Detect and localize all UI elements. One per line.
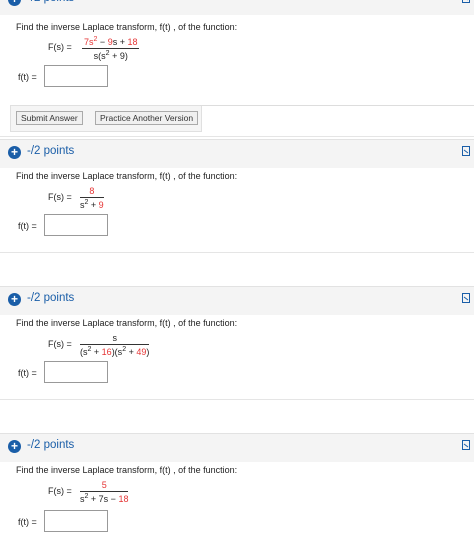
answer-input[interactable]: [44, 65, 108, 87]
document-icon[interactable]: [462, 293, 470, 303]
answer-label: f(t) =: [18, 221, 37, 231]
question-2-body: Find the inverse Laplace transform, f(t)…: [0, 168, 474, 253]
answer-input[interactable]: [44, 361, 108, 383]
question-3-header: + -/2 points: [0, 286, 474, 316]
submit-answer-button[interactable]: Submit Answer: [16, 111, 83, 125]
answer-input[interactable]: [44, 510, 108, 532]
question-prompt: Find the inverse Laplace transform, f(t)…: [16, 318, 238, 328]
function-label: F(s) =: [48, 486, 72, 496]
expand-plus-icon[interactable]: +: [8, 146, 21, 159]
expand-plus-icon[interactable]: +: [8, 0, 21, 6]
question-1-body: Find the inverse Laplace transform, f(t)…: [0, 15, 474, 137]
function-label: F(s) =: [48, 192, 72, 202]
question-prompt: Find the inverse Laplace transform, f(t)…: [16, 171, 238, 181]
answer-label: f(t) =: [18, 517, 37, 527]
points-label: -/2 points: [27, 0, 74, 4]
practice-another-version-button[interactable]: Practice Another Version: [95, 111, 199, 125]
question-1-header: + -/2 points: [0, 0, 474, 16]
function-fraction: s (s2 + 16)(s2 + 49): [80, 333, 150, 357]
button-bar: Submit Answer Practice Another Version: [10, 105, 202, 132]
expand-plus-icon[interactable]: +: [8, 440, 21, 453]
points-label: -/2 points: [27, 145, 75, 157]
document-icon[interactable]: [462, 0, 470, 3]
question-4-body: Find the inverse Laplace transform, f(t)…: [0, 462, 474, 559]
answer-label: f(t) =: [18, 72, 37, 82]
answer-label: f(t) =: [18, 368, 37, 378]
question-3-body: Find the inverse Laplace transform, f(t)…: [0, 315, 474, 400]
question-prompt: Find the inverse Laplace transform, f(t)…: [16, 22, 238, 32]
answer-input[interactable]: [44, 214, 108, 236]
function-fraction: 5 s2 + 7s − 18: [80, 480, 129, 504]
expand-plus-icon[interactable]: +: [8, 293, 21, 306]
points-label: -/2 points: [27, 439, 75, 451]
document-icon[interactable]: [462, 146, 470, 156]
question-4-header: + -/2 points: [0, 433, 474, 463]
question-2-header: + -/2 points: [0, 139, 474, 169]
question-prompt: Find the inverse Laplace transform, f(t)…: [16, 465, 238, 475]
function-label: F(s) =: [48, 42, 72, 52]
function-fraction: 7s2 − 9s + 18 s(s2 + 9): [82, 36, 140, 61]
divider: [200, 105, 474, 106]
document-icon[interactable]: [462, 440, 470, 450]
function-fraction: 8 s2 + 9: [80, 186, 104, 210]
function-label: F(s) =: [48, 339, 72, 349]
points-label: -/2 points: [27, 292, 75, 304]
